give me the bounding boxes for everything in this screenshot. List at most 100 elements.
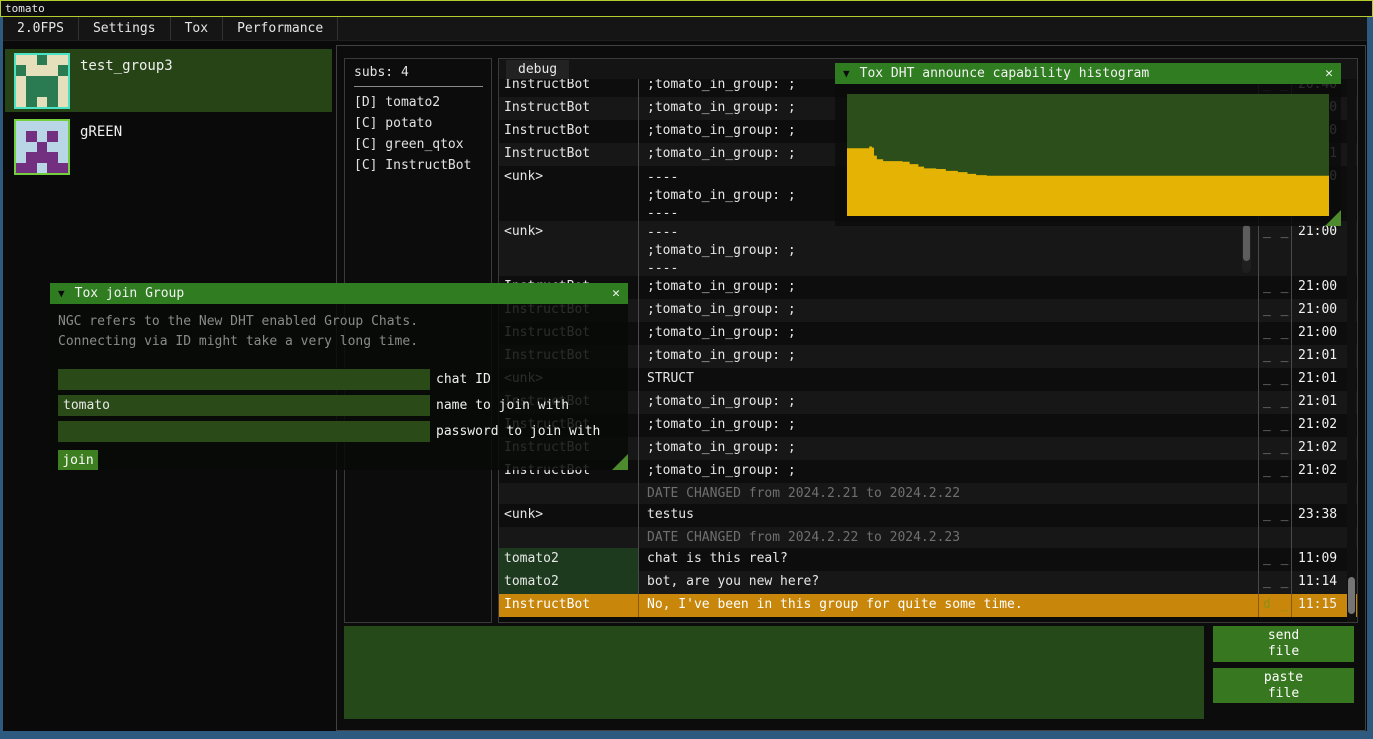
- chat-message-row[interactable]: <unk>----;tomato_in_group: ;----_ _21:00: [499, 221, 1357, 276]
- close-icon[interactable]: ✕: [1325, 66, 1333, 81]
- message-line: ;tomato_in_group: ;: [647, 242, 1258, 260]
- subs-member[interactable]: [C] green_qtox: [345, 134, 491, 155]
- delivery-status: _ _: [1259, 414, 1292, 437]
- send-file-button[interactable]: send file: [1213, 626, 1354, 662]
- close-icon[interactable]: ✕: [612, 286, 620, 301]
- resize-grip-icon[interactable]: [1325, 210, 1341, 226]
- avatar-pixel: [47, 76, 57, 86]
- message-text: ;tomato_in_group: ;: [639, 299, 1259, 322]
- message-text: ;tomato_in_group: ;: [639, 276, 1259, 299]
- avatar-pixel: [37, 152, 47, 162]
- avatar-pixel: [16, 76, 26, 86]
- delivery-status: _ _: [1259, 368, 1292, 391]
- window-border-bottom: [0, 731, 1373, 739]
- avatar-pixel: [58, 152, 68, 162]
- delivery-status: _ _: [1259, 322, 1292, 345]
- date-divider-row[interactable]: DATE CHANGED from 2024.2.21 to 2024.2.22: [499, 483, 1357, 504]
- group-name: gREEN: [80, 124, 122, 140]
- message-timestamp: 21:02: [1292, 414, 1348, 437]
- join-field-label: password to join with: [436, 424, 600, 439]
- message-timestamp: 11:09: [1292, 548, 1348, 571]
- subs-separator: [354, 86, 483, 87]
- avatar-pixel: [47, 121, 57, 131]
- avatar-pixel: [26, 152, 36, 162]
- join-input-password-to-join-with[interactable]: [58, 421, 430, 442]
- avatar-pixel: [37, 131, 47, 141]
- dht-capability-histogram: [847, 94, 1329, 216]
- delivery-status: [1259, 483, 1292, 504]
- paste-file-button[interactable]: paste file: [1213, 668, 1354, 703]
- menu-item-tox[interactable]: Tox: [171, 17, 223, 40]
- os-title-text: tomato: [5, 2, 45, 15]
- histogram-window-body: [835, 84, 1341, 226]
- menu-item-performance[interactable]: Performance: [223, 17, 338, 40]
- app-window: tomato 2.0FPS SettingsToxPerformance tes…: [0, 0, 1373, 739]
- menu-item-settings[interactable]: Settings: [79, 17, 171, 40]
- avatar-pixel: [37, 65, 47, 75]
- chat-message-row[interactable]: tomato2chat is this real?_ _11:09: [499, 548, 1357, 571]
- chat-scrollbar[interactable]: [1347, 79, 1356, 622]
- fps-indicator: 2.0FPS: [3, 17, 79, 40]
- avatar-pixel: [26, 142, 36, 152]
- join-window-body: NGC refers to the New DHT enabled Group …: [50, 304, 628, 470]
- avatar-pixel: [26, 163, 36, 173]
- histogram-window-title-bar[interactable]: ▼ Tox DHT announce capability histogram …: [835, 63, 1341, 84]
- message-text: ----;tomato_in_group: ;----: [639, 221, 1259, 276]
- join-field-row: password to join with: [58, 421, 620, 442]
- avatar-pixel: [58, 121, 68, 131]
- avatar-pixel: [47, 65, 57, 75]
- message-cell-scrollbar-handle[interactable]: [1243, 225, 1250, 261]
- delivery-status: _ _: [1259, 460, 1292, 483]
- message-text: ;tomato_in_group: ;: [639, 345, 1259, 368]
- avatar-pixel: [37, 55, 47, 65]
- subs-count-label: subs: 4: [345, 59, 491, 84]
- message-text: ;tomato_in_group: ;: [639, 437, 1259, 460]
- message-timestamp: 21:00: [1292, 322, 1348, 345]
- chat-message-row[interactable]: tomato2bot, are you new here?_ _11:14: [499, 571, 1357, 594]
- subs-member[interactable]: [C] potato: [345, 113, 491, 134]
- avatar-pixel: [16, 131, 26, 141]
- message-input[interactable]: [344, 626, 1204, 719]
- message-timestamp: 11:15: [1292, 594, 1348, 617]
- join-button[interactable]: join: [58, 450, 98, 470]
- chat-message-row[interactable]: <unk>testus_ _23:38: [499, 504, 1357, 527]
- join-info-line-1: NGC refers to the New DHT enabled Group …: [50, 304, 628, 332]
- delivery-status: _ _: [1259, 221, 1292, 276]
- avatar-pixel: [47, 163, 57, 173]
- os-title-bar: tomato: [0, 0, 1373, 17]
- join-window-title-bar[interactable]: ▼ Tox join Group ✕: [50, 283, 628, 304]
- subs-member[interactable]: [C] InstructBot: [345, 155, 491, 176]
- delivery-status: _ _: [1259, 276, 1292, 299]
- collapse-arrow-icon[interactable]: ▼: [843, 67, 850, 80]
- chat-message-row[interactable]: InstructBotNo, I've been in this group f…: [499, 594, 1357, 617]
- avatar-pixel: [16, 121, 26, 131]
- message-line: ----: [647, 224, 1258, 242]
- message-timestamp: 21:02: [1292, 460, 1348, 483]
- group-item-test_group3[interactable]: test_group3: [5, 49, 332, 112]
- delivery-status: d _: [1259, 594, 1292, 617]
- avatar-pixel: [37, 142, 47, 152]
- message-cell-scrollbar[interactable]: [1242, 223, 1251, 273]
- join-input-name-to-join-with[interactable]: [58, 395, 430, 416]
- delivery-status: _ _: [1259, 548, 1292, 571]
- sender-name: InstructBot: [499, 120, 639, 143]
- join-field-label: chat ID: [436, 372, 491, 387]
- join-info-line-2: Connecting via ID might take a very long…: [50, 332, 628, 352]
- group-item-gREEN[interactable]: gREEN: [5, 115, 332, 178]
- avatar-pixel: [58, 163, 68, 173]
- chat-scrollbar-handle[interactable]: [1348, 577, 1355, 614]
- message-text: DATE CHANGED from 2024.2.21 to 2024.2.22: [639, 483, 1259, 504]
- subs-member[interactable]: [D] tomato2: [345, 92, 491, 113]
- date-divider-row[interactable]: DATE CHANGED from 2024.2.22 to 2024.2.23: [499, 527, 1357, 548]
- resize-grip-icon[interactable]: [612, 454, 628, 470]
- avatar-pixel: [37, 97, 47, 107]
- join-input-chat-ID[interactable]: [58, 369, 430, 390]
- avatar: [14, 53, 70, 109]
- window-border-left: [0, 17, 3, 739]
- tab-debug[interactable]: debug: [506, 60, 569, 79]
- delivery-status: [1259, 527, 1292, 548]
- collapse-arrow-icon[interactable]: ▼: [58, 287, 65, 300]
- join-field-row: chat ID: [58, 369, 620, 390]
- sender-name: InstructBot: [499, 594, 639, 617]
- message-text: ;tomato_in_group: ;: [639, 414, 1259, 437]
